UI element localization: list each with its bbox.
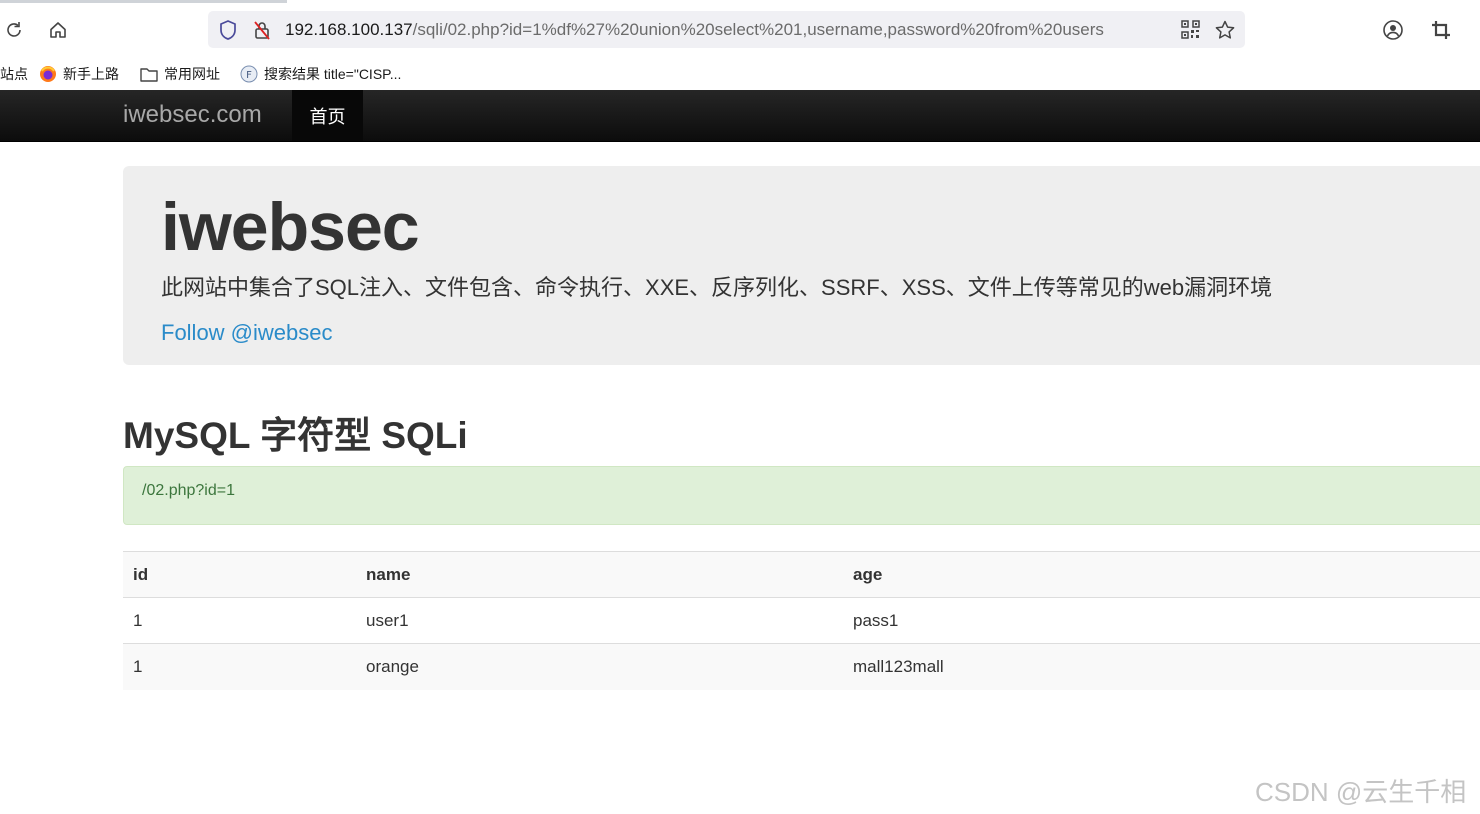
- bookmark-item[interactable]: F 搜索结果 title="CISP...: [240, 64, 401, 84]
- site-brand-link[interactable]: iwebsec.com: [123, 101, 262, 129]
- table-cell-id: 1: [123, 597, 356, 644]
- folder-icon: [140, 66, 158, 82]
- column-header-id: id: [123, 551, 356, 598]
- crop-icon[interactable]: [1430, 19, 1452, 41]
- bookmark-item[interactable]: 站点: [0, 64, 28, 84]
- url-text[interactable]: 192.168.100.137/sqli/02.php?id=1%df%27%2…: [285, 20, 1170, 40]
- table-cell-id: 1: [123, 643, 356, 690]
- fofa-icon: F: [240, 65, 258, 83]
- success-alert: /02.php?id=1: [123, 466, 1480, 525]
- bookmark-star-icon[interactable]: [1214, 19, 1236, 46]
- address-bar[interactable]: 192.168.100.137/sqli/02.php?id=1%df%27%2…: [208, 11, 1245, 48]
- follow-link[interactable]: Follow @iwebsec: [161, 320, 333, 346]
- insecure-lock-icon[interactable]: [252, 19, 272, 46]
- browser-toolbar: 192.168.100.137/sqli/02.php?id=1%df%27%2…: [0, 5, 1480, 57]
- bookmark-item[interactable]: 新手上路: [39, 64, 119, 84]
- bookmarks-bar: 站点 新手上路 常用网址 F 搜索结果 title="CISP...: [0, 57, 1480, 90]
- site-navbar: iwebsec.com 首页: [0, 90, 1480, 142]
- nav-item-home[interactable]: 首页: [292, 90, 363, 141]
- bookmark-label: 搜索结果 title="CISP...: [264, 66, 402, 82]
- bookmark-label: 常用网址: [164, 66, 220, 82]
- column-header-age: age: [843, 551, 1480, 598]
- account-icon[interactable]: [1382, 19, 1404, 41]
- reload-icon[interactable]: [3, 19, 25, 41]
- table-cell-age: pass1: [843, 597, 1480, 644]
- table-cell-name: orange: [356, 643, 843, 690]
- bookmark-item[interactable]: 常用网址: [140, 64, 220, 84]
- shield-icon[interactable]: [218, 19, 238, 46]
- url-host: 192.168.100.137: [285, 20, 413, 39]
- table-cell-name: user1: [356, 597, 843, 644]
- table-row: 1 user1 pass1: [123, 597, 1480, 644]
- results-table: id name age 1 user1 pass1 1 orange mall1…: [123, 551, 1480, 690]
- bookmark-label: 新手上路: [63, 66, 119, 82]
- url-path: /sqli/02.php?id=1%df%27%20union%20select…: [412, 20, 1104, 39]
- jumbotron: iwebsec 此网站中集合了SQL注入、文件包含、命令执行、XXE、反序列化、…: [123, 166, 1480, 365]
- site-description: 此网站中集合了SQL注入、文件包含、命令执行、XXE、反序列化、SSRF、XSS…: [161, 275, 1273, 300]
- watermark: CSDN @云生千相: [1255, 777, 1467, 807]
- page-heading: MySQL 字符型 SQLi: [123, 415, 468, 456]
- svg-text:F: F: [246, 70, 252, 81]
- column-header-name: name: [356, 551, 843, 598]
- bookmark-label: 站点: [0, 66, 28, 82]
- table-cell-age: mall123mall: [843, 643, 1480, 690]
- active-tab-indicator: [0, 0, 287, 3]
- alert-text: /02.php?id=1: [142, 482, 235, 499]
- site-title: iwebsec: [161, 189, 420, 265]
- home-icon[interactable]: [47, 19, 69, 41]
- table-row: 1 orange mall123mall: [123, 643, 1480, 690]
- qr-code-icon[interactable]: [1181, 20, 1200, 44]
- firefox-icon: [39, 65, 57, 83]
- table-header-row: id name age: [123, 551, 1480, 598]
